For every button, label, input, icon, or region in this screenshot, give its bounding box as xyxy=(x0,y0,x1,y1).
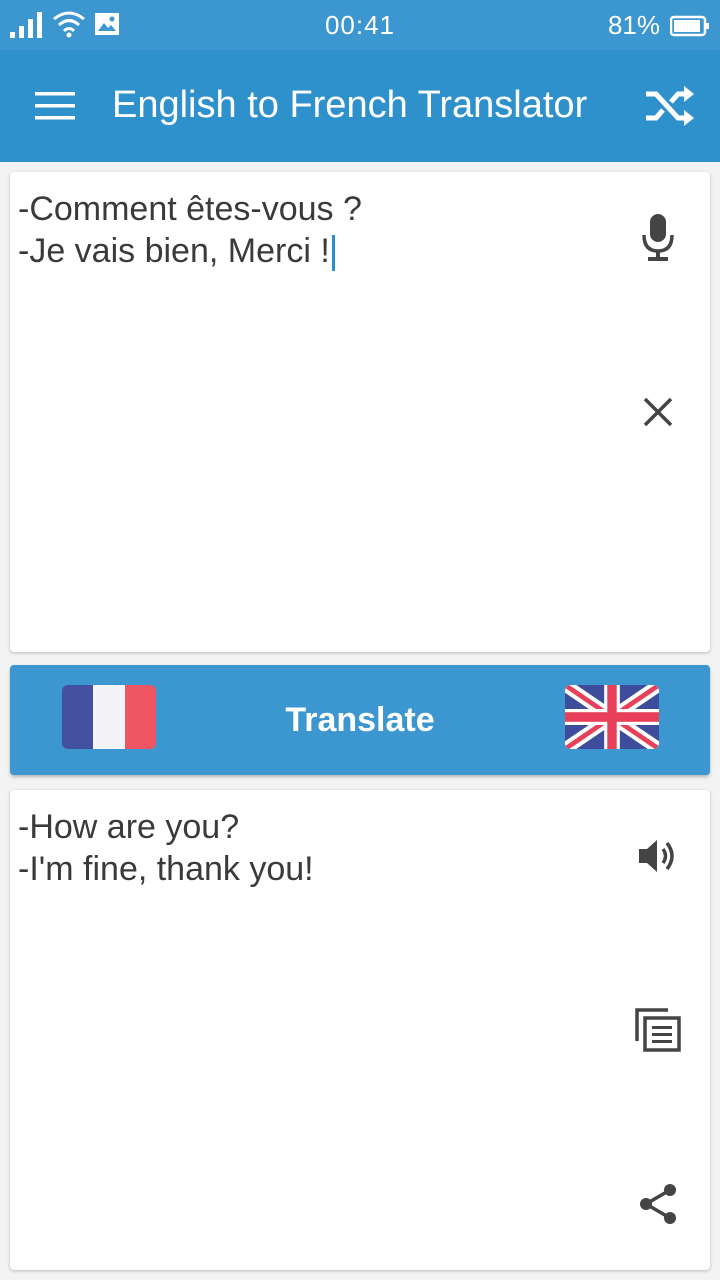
voice-input-button[interactable] xyxy=(628,208,688,268)
menu-button[interactable] xyxy=(30,84,80,128)
clear-icon xyxy=(643,397,673,427)
translated-text-card: -How are you? -I'm fine, thank you! xyxy=(10,790,710,1270)
menu-icon xyxy=(35,92,75,120)
clear-button[interactable] xyxy=(628,382,688,442)
copy-icon xyxy=(635,1008,681,1052)
app-bar: English to French Translator xyxy=(0,50,720,162)
status-bar: 00:41 81% xyxy=(0,0,720,50)
source-text-input[interactable]: -Comment êtes-vous ? -Je vais bien, Merc… xyxy=(18,188,608,272)
app-title: English to French Translator xyxy=(112,84,588,126)
share-button[interactable] xyxy=(628,1174,688,1234)
shuffle-icon xyxy=(646,86,694,126)
battery-percent: 81% xyxy=(607,10,660,40)
battery-icon xyxy=(670,15,709,36)
translated-text: -How are you? -I'm fine, thank you! xyxy=(18,808,314,888)
microphone-icon xyxy=(642,214,674,261)
uk-flag-icon[interactable] xyxy=(565,685,659,749)
share-icon xyxy=(640,1184,676,1224)
text-caret xyxy=(331,235,335,272)
copy-button[interactable] xyxy=(628,1000,688,1060)
translate-button[interactable]: Translate xyxy=(10,665,710,775)
source-text: -Comment êtes-vous ? -Je vais bien, Merc… xyxy=(18,190,362,270)
status-icons-right: 81% xyxy=(608,10,710,41)
swap-languages-button[interactable] xyxy=(640,80,700,132)
source-text-card: -Comment êtes-vous ? -Je vais bien, Merc… xyxy=(10,172,710,652)
speak-button[interactable] xyxy=(628,826,688,886)
speaker-icon xyxy=(639,840,674,872)
